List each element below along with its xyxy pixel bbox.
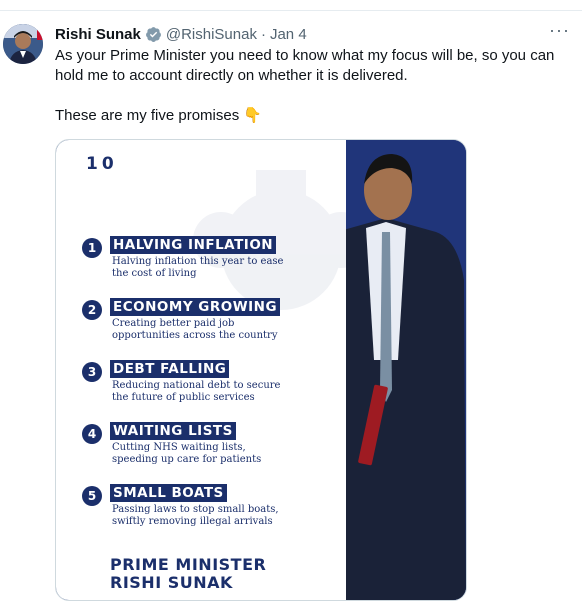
promises-graphic: 10 1 HALVING INFLATION Halving inflation… [56,140,369,600]
promise-title: DEBT FALLING [110,360,230,378]
promise-number: 3 [82,362,102,382]
tweet-header: Rishi Sunak @RishiSunak · Jan 4 [55,24,307,44]
tweet-media[interactable]: 10 1 HALVING INFLATION Halving inflation… [55,139,467,601]
tweet-text-line: As your Prime Minister you need to know … [55,47,555,84]
author-name[interactable]: Rishi Sunak [55,26,141,43]
promise-title: HALVING INFLATION [110,236,277,254]
more-icon[interactable]: ··· [549,20,570,41]
footer-line: PRIME MINISTER [110,555,267,574]
promise-title: WAITING LISTS [110,422,236,440]
author-handle[interactable]: @RishiSunak [166,26,257,43]
promise-description: Creating better paid job opportunities a… [112,318,278,341]
tweet-text-line: These are my five promises 👇 [55,107,263,124]
promise-number: 1 [82,238,102,258]
header-separator: · [260,25,266,43]
promise-number: 2 [82,300,102,320]
promise-number: 4 [82,424,102,444]
tweet-date[interactable]: Jan 4 [270,26,307,43]
avatar-photo [3,24,43,64]
prime-minister-label: PRIME MINISTER RISHI SUNAK [110,556,266,592]
promise-description: Halving inflation this year to ease the … [112,256,284,279]
verified-badge-icon [145,26,161,42]
footer-line: RISHI SUNAK [110,573,233,592]
top-divider [0,0,582,11]
avatar[interactable] [3,24,43,64]
promise-description: Passing laws to stop small boats, swiftl… [112,504,279,527]
tweet-text: As your Prime Minister you need to know … [55,46,575,126]
promise-title: ECONOMY GROWING [110,298,281,316]
promise-description: Cutting NHS waiting lists, speeding up c… [112,442,262,465]
promise-number: 5 [82,486,102,506]
prime-minister-photo [346,140,466,600]
promise-title: SMALL BOATS [110,484,227,502]
promise-description: Reducing national debt to secure the fut… [112,380,281,403]
number-ten-header: 10 [86,154,118,174]
